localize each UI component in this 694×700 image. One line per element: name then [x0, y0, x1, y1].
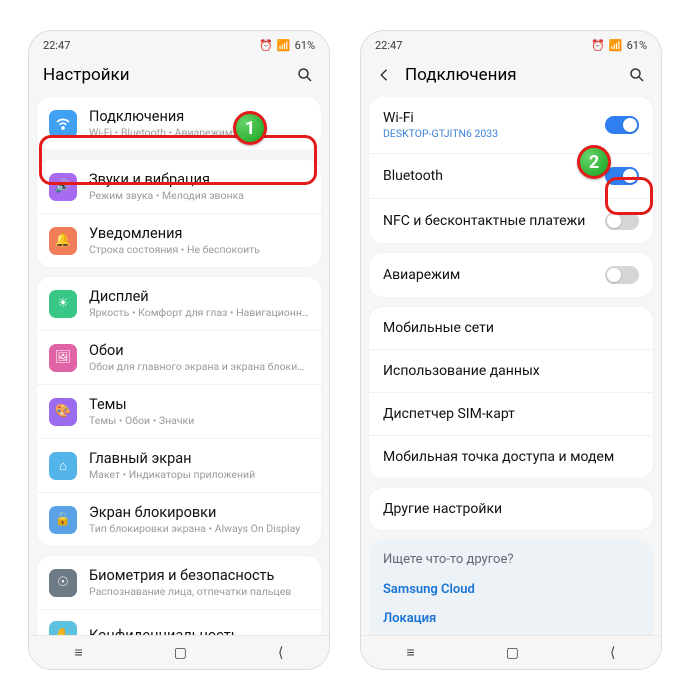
row-label: Главный экран: [89, 450, 309, 467]
row-label: Уведомления: [89, 225, 309, 242]
nav-home-icon[interactable]: ▢: [174, 645, 187, 661]
annotation-badge-2: 2: [577, 145, 611, 179]
status-bar: 22:47 ⏰ 📶 61%: [29, 31, 329, 55]
row-notifications[interactable]: 🔔 Уведомления Строка состояния • Не бесп…: [37, 213, 321, 267]
header: Настройки: [29, 55, 329, 97]
nav-recent-icon[interactable]: ≡: [75, 644, 83, 661]
annotation-badge-1: 1: [233, 111, 267, 145]
search-icon[interactable]: [627, 65, 647, 85]
row-sub: Темы • Обои • Значки: [89, 414, 309, 427]
row-sub: Обои для главного экрана и экрана блокир…: [89, 360, 309, 373]
row-wallpaper[interactable]: 🖼 Обои Обои для главного экрана и экрана…: [37, 330, 321, 384]
row-biometrics[interactable]: ☉ Биометрия и безопасность Распознавание…: [37, 556, 321, 609]
nav-back-icon[interactable]: ⟨: [610, 645, 615, 661]
row-sim-manager[interactable]: Диспетчер SIM-карт: [369, 392, 653, 435]
wifi-icon: [49, 110, 77, 138]
row-label: Темы: [89, 396, 309, 413]
row-label: NFC и бесконтактные платежи: [383, 213, 585, 229]
nav-recent-icon[interactable]: ≡: [407, 644, 415, 661]
header: Подключения: [361, 55, 661, 97]
row-lockscreen[interactable]: 🔒 Экран блокировки Тип блокировки экрана…: [37, 492, 321, 546]
row-label: Конфиденциальность: [89, 627, 309, 636]
row-nfc[interactable]: NFC и бесконтактные платежи: [369, 198, 653, 243]
nav-home-icon[interactable]: ▢: [506, 645, 519, 661]
row-privacy[interactable]: ✋ Конфиденциальность: [37, 609, 321, 635]
signal-icon: 📶: [277, 39, 291, 52]
looking-for-header: Ищете что-то другое?: [383, 552, 639, 567]
page-title: Подключения: [405, 65, 617, 85]
alarm-icon: ⏰: [591, 39, 605, 52]
row-label: Диспетчер SIM-карт: [383, 406, 515, 422]
row-connections[interactable]: Подключения Wi-Fi • Bluetooth • Авиарежи…: [37, 97, 321, 150]
back-icon[interactable]: [375, 65, 395, 85]
row-label: Дисплей: [89, 288, 309, 305]
search-icon[interactable]: [295, 65, 315, 85]
row-label: Авиарежим: [383, 267, 460, 283]
row-display[interactable]: ☀ Дисплей Яркость • Комфорт для глаз • Н…: [37, 277, 321, 330]
alarm-icon: ⏰: [259, 39, 273, 52]
row-label: Wi-Fi: [383, 110, 498, 126]
row-label: Экран блокировки: [89, 504, 309, 521]
row-label: Bluetooth: [383, 168, 443, 184]
row-sub: Режим звука • Мелодия звонка: [89, 189, 309, 202]
theme-icon: 🎨: [49, 398, 77, 426]
bell-icon: 🔔: [49, 227, 77, 255]
row-sub: Яркость • Комфорт для глаз • Навигационн…: [89, 306, 309, 319]
row-label: Мобильная точка доступа и модем: [383, 449, 614, 465]
sound-icon: 🔊: [49, 173, 77, 201]
link-samsung-cloud[interactable]: Samsung Cloud: [383, 575, 639, 604]
wallpaper-icon: 🖼: [49, 344, 77, 372]
battery-text: 61%: [627, 39, 647, 52]
row-label: Подключения: [89, 108, 309, 125]
row-label: Обои: [89, 342, 309, 359]
row-sub: Распознавание лица, отпечатки пальцев: [89, 585, 309, 598]
fingerprint-icon: ☉: [49, 569, 77, 597]
wifi-toggle[interactable]: [605, 116, 639, 134]
nav-bar: ≡ ▢ ⟨: [29, 635, 329, 669]
row-label: Биометрия и безопасность: [89, 567, 309, 584]
bluetooth-toggle[interactable]: [605, 167, 639, 185]
row-label: Другие настройки: [383, 501, 502, 517]
phone-connections: 22:47 ⏰ 📶 61% Подключения Wi-Fi DESKTOP-…: [360, 30, 662, 670]
row-sub: Строка состояния • Не беспокоить: [89, 243, 309, 256]
row-themes[interactable]: 🎨 Темы Темы • Обои • Значки: [37, 384, 321, 438]
row-sub: Макет • Индикаторы приложений: [89, 468, 309, 481]
looking-for-panel: Ищете что-то другое? Samsung Cloud Локац…: [369, 540, 653, 635]
link-location[interactable]: Локация: [383, 604, 639, 633]
status-right: ⏰ 📶 61%: [591, 39, 647, 52]
status-right: ⏰ 📶 61%: [259, 39, 315, 52]
status-time: 22:47: [43, 39, 70, 52]
status-time: 22:47: [375, 39, 402, 52]
page-title: Настройки: [43, 65, 285, 85]
airplane-toggle[interactable]: [605, 266, 639, 284]
row-wifi[interactable]: Wi-Fi DESKTOP-GTJITN6 2033: [369, 97, 653, 153]
row-label: Использование данных: [383, 363, 540, 379]
row-label: Звуки и вибрация: [89, 171, 309, 188]
row-sub: Тип блокировки экрана • Always On Displa…: [89, 522, 309, 535]
row-hotspot[interactable]: Мобильная точка доступа и модем: [369, 435, 653, 478]
lock-icon: 🔒: [49, 506, 77, 534]
row-home[interactable]: ⌂ Главный экран Макет • Индикаторы прило…: [37, 438, 321, 492]
row-label: Мобильные сети: [383, 320, 494, 336]
connections-list: Wi-Fi DESKTOP-GTJITN6 2033 Bluetooth NFC…: [361, 97, 661, 635]
status-bar: 22:47 ⏰ 📶 61%: [361, 31, 661, 55]
row-mobile-networks[interactable]: Мобильные сети: [369, 307, 653, 349]
row-sounds[interactable]: 🔊 Звуки и вибрация Режим звука • Мелодия…: [37, 160, 321, 213]
battery-text: 61%: [295, 39, 315, 52]
row-sub: Wi-Fi • Bluetooth • Авиарежим: [89, 126, 309, 139]
row-other-settings[interactable]: Другие настройки: [369, 488, 653, 530]
row-data-usage[interactable]: Использование данных: [369, 349, 653, 392]
row-airplane[interactable]: Авиарежим: [369, 253, 653, 297]
row-sub: DESKTOP-GTJITN6 2033: [383, 127, 498, 140]
signal-icon: 📶: [609, 39, 623, 52]
nav-bar: ≡ ▢ ⟨: [361, 635, 661, 669]
settings-list: Подключения Wi-Fi • Bluetooth • Авиарежи…: [29, 97, 329, 635]
display-icon: ☀: [49, 290, 77, 318]
phone-settings: 22:47 ⏰ 📶 61% Настройки Подключения Wi-F…: [28, 30, 330, 670]
nfc-toggle[interactable]: [605, 212, 639, 230]
nav-back-icon[interactable]: ⟨: [278, 645, 283, 661]
privacy-icon: ✋: [49, 621, 77, 635]
home-icon: ⌂: [49, 452, 77, 480]
